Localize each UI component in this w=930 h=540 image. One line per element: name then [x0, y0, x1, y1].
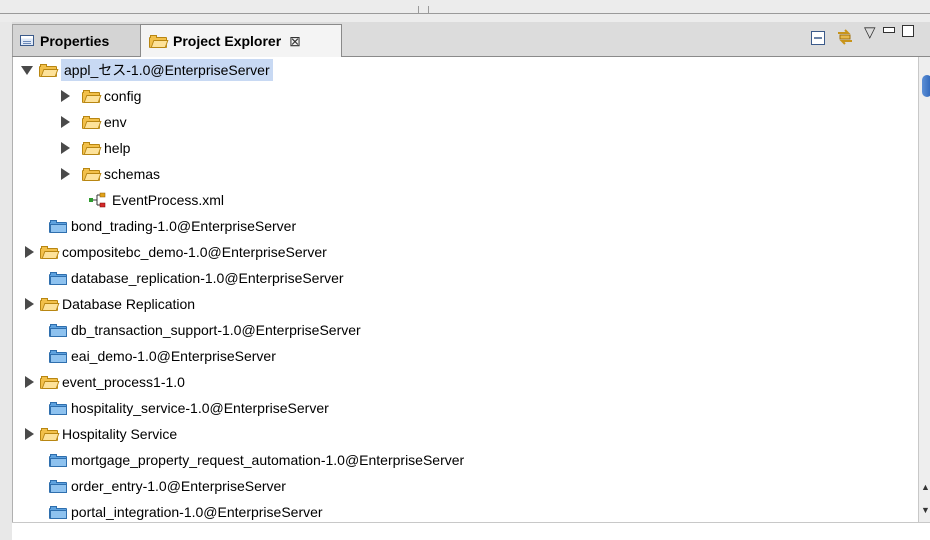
- project-folder-icon: [49, 219, 67, 233]
- tab-project-explorer[interactable]: Project Explorer ⊠: [140, 24, 342, 57]
- open-folder-icon: [40, 375, 60, 389]
- tab-properties[interactable]: Properties: [12, 24, 142, 56]
- tree-item-label: mortgage_property_request_automation-1.0…: [71, 452, 465, 468]
- project-folder-icon: [49, 271, 67, 285]
- collapsed-triangle-icon[interactable]: [25, 376, 34, 388]
- tree-item-label: help: [104, 140, 131, 156]
- tree-item-label: hospitality_service-1.0@EnterpriseServer: [71, 400, 329, 416]
- bottom-strip: [12, 522, 930, 540]
- top-divider: [0, 13, 930, 14]
- open-folder-icon: [82, 89, 102, 103]
- collapsed-triangle-icon[interactable]: [25, 428, 34, 440]
- tree-item-row[interactable]: hospitality_service-1.0@EnterpriseServer: [49, 396, 329, 420]
- tree-child-row[interactable]: schemas: [61, 162, 160, 186]
- tree-item-label: event_process1-1.0: [62, 374, 185, 390]
- maximize-icon[interactable]: [902, 24, 914, 40]
- tree-item-label: db_transaction_support-1.0@EnterpriseSer…: [71, 322, 361, 338]
- project-explorer-icon: [149, 34, 169, 48]
- open-folder-icon: [82, 167, 102, 181]
- tree-item-label: schemas: [104, 166, 161, 182]
- tree-item-row[interactable]: event_process1-1.0: [25, 370, 185, 394]
- collapsed-triangle-icon[interactable]: [61, 90, 70, 102]
- tree-child-row[interactable]: EventProcess.xml: [88, 188, 224, 212]
- project-folder-icon: [49, 401, 67, 415]
- tree-item-row[interactable]: bond_trading-1.0@EnterpriseServer: [49, 214, 296, 238]
- tree-item-label: config: [104, 88, 142, 104]
- tree-item-row[interactable]: compositebc_demo-1.0@EnterpriseServer: [25, 240, 327, 264]
- open-folder-icon: [82, 141, 102, 155]
- tree-item-row[interactable]: Database Replication: [25, 292, 195, 316]
- top-divider-notch: [428, 6, 429, 14]
- tree-item-row[interactable]: Hospitality Service: [25, 422, 177, 446]
- top-divider-notch: [418, 6, 419, 14]
- minimize-icon[interactable]: [883, 24, 895, 40]
- tree-item-label: appl_セス-1.0@EnterpriseServer: [61, 59, 273, 81]
- tree-item-label: Hospitality Service: [62, 426, 178, 442]
- tree-child-row[interactable]: help: [61, 136, 130, 160]
- open-folder-icon: [40, 297, 60, 311]
- open-folder-icon: [39, 63, 59, 77]
- tree-item-row[interactable]: order_entry-1.0@EnterpriseServer: [49, 474, 286, 498]
- open-folder-icon: [40, 427, 60, 441]
- tree-item-row[interactable]: eai_demo-1.0@EnterpriseServer: [49, 344, 276, 368]
- open-folder-icon: [82, 115, 102, 129]
- tree-item-label: EventProcess.xml: [112, 192, 225, 208]
- xml-file-icon: [88, 192, 108, 208]
- properties-icon: [20, 35, 34, 46]
- scrollbar-thumb[interactable]: [922, 75, 930, 97]
- collapse-all-icon[interactable]: [811, 31, 825, 48]
- tree-item-label: bond_trading-1.0@EnterpriseServer: [71, 218, 297, 234]
- collapsed-triangle-icon[interactable]: [25, 246, 34, 258]
- tree-item-label: env: [104, 114, 127, 130]
- project-folder-icon: [49, 323, 67, 337]
- view-menu-icon[interactable]: ▽: [864, 23, 876, 41]
- tree-item-row[interactable]: portal_integration-1.0@EnterpriseServer: [49, 500, 323, 524]
- scroll-up-arrow-icon[interactable]: ▲: [921, 482, 930, 492]
- scroll-down-arrow-icon[interactable]: ▼: [921, 505, 930, 515]
- project-explorer-tree[interactable]: appl_セス-1.0@EnterpriseServer config env …: [12, 57, 919, 522]
- open-folder-icon: [40, 245, 60, 259]
- tree-item-label: portal_integration-1.0@EnterpriseServer: [71, 504, 323, 520]
- collapsed-triangle-icon[interactable]: [61, 168, 70, 180]
- collapsed-triangle-icon[interactable]: [61, 116, 70, 128]
- tree-item-label: Database Replication: [62, 296, 196, 312]
- link-with-editor-icon[interactable]: [835, 27, 855, 50]
- project-folder-icon: [49, 505, 67, 519]
- tree-child-row[interactable]: config: [61, 84, 141, 108]
- project-folder-icon: [49, 349, 67, 363]
- tree-item-label: compositebc_demo-1.0@EnterpriseServer: [62, 244, 327, 260]
- tree-item-label: database_replication-1.0@EnterpriseServe…: [71, 270, 344, 286]
- tree-child-row[interactable]: env: [61, 110, 127, 134]
- tree-item-label: eai_demo-1.0@EnterpriseServer: [71, 348, 276, 364]
- project-folder-icon: [49, 453, 67, 467]
- tab-properties-label: Properties: [40, 32, 110, 49]
- project-folder-icon: [49, 479, 67, 493]
- tree-root-row[interactable]: appl_セス-1.0@EnterpriseServer: [21, 58, 273, 82]
- tree-item-label: order_entry-1.0@EnterpriseServer: [71, 478, 286, 494]
- tree-item-row[interactable]: mortgage_property_request_automation-1.0…: [49, 448, 464, 472]
- vertical-scrollbar[interactable]: ▲ ▼: [918, 57, 930, 522]
- expanded-triangle-icon[interactable]: [21, 65, 33, 75]
- tab-project-explorer-label: Project Explorer: [173, 33, 282, 49]
- tree-item-row[interactable]: db_transaction_support-1.0@EnterpriseSer…: [49, 318, 361, 342]
- close-tab-icon[interactable]: ⊠: [289, 33, 301, 50]
- collapsed-triangle-icon[interactable]: [25, 298, 34, 310]
- view-tab-bar: Properties Project Explorer ⊠ ▽: [12, 22, 930, 57]
- collapsed-triangle-icon[interactable]: [61, 142, 70, 154]
- tree-item-row[interactable]: database_replication-1.0@EnterpriseServe…: [49, 266, 344, 290]
- top-strip: [0, 0, 930, 22]
